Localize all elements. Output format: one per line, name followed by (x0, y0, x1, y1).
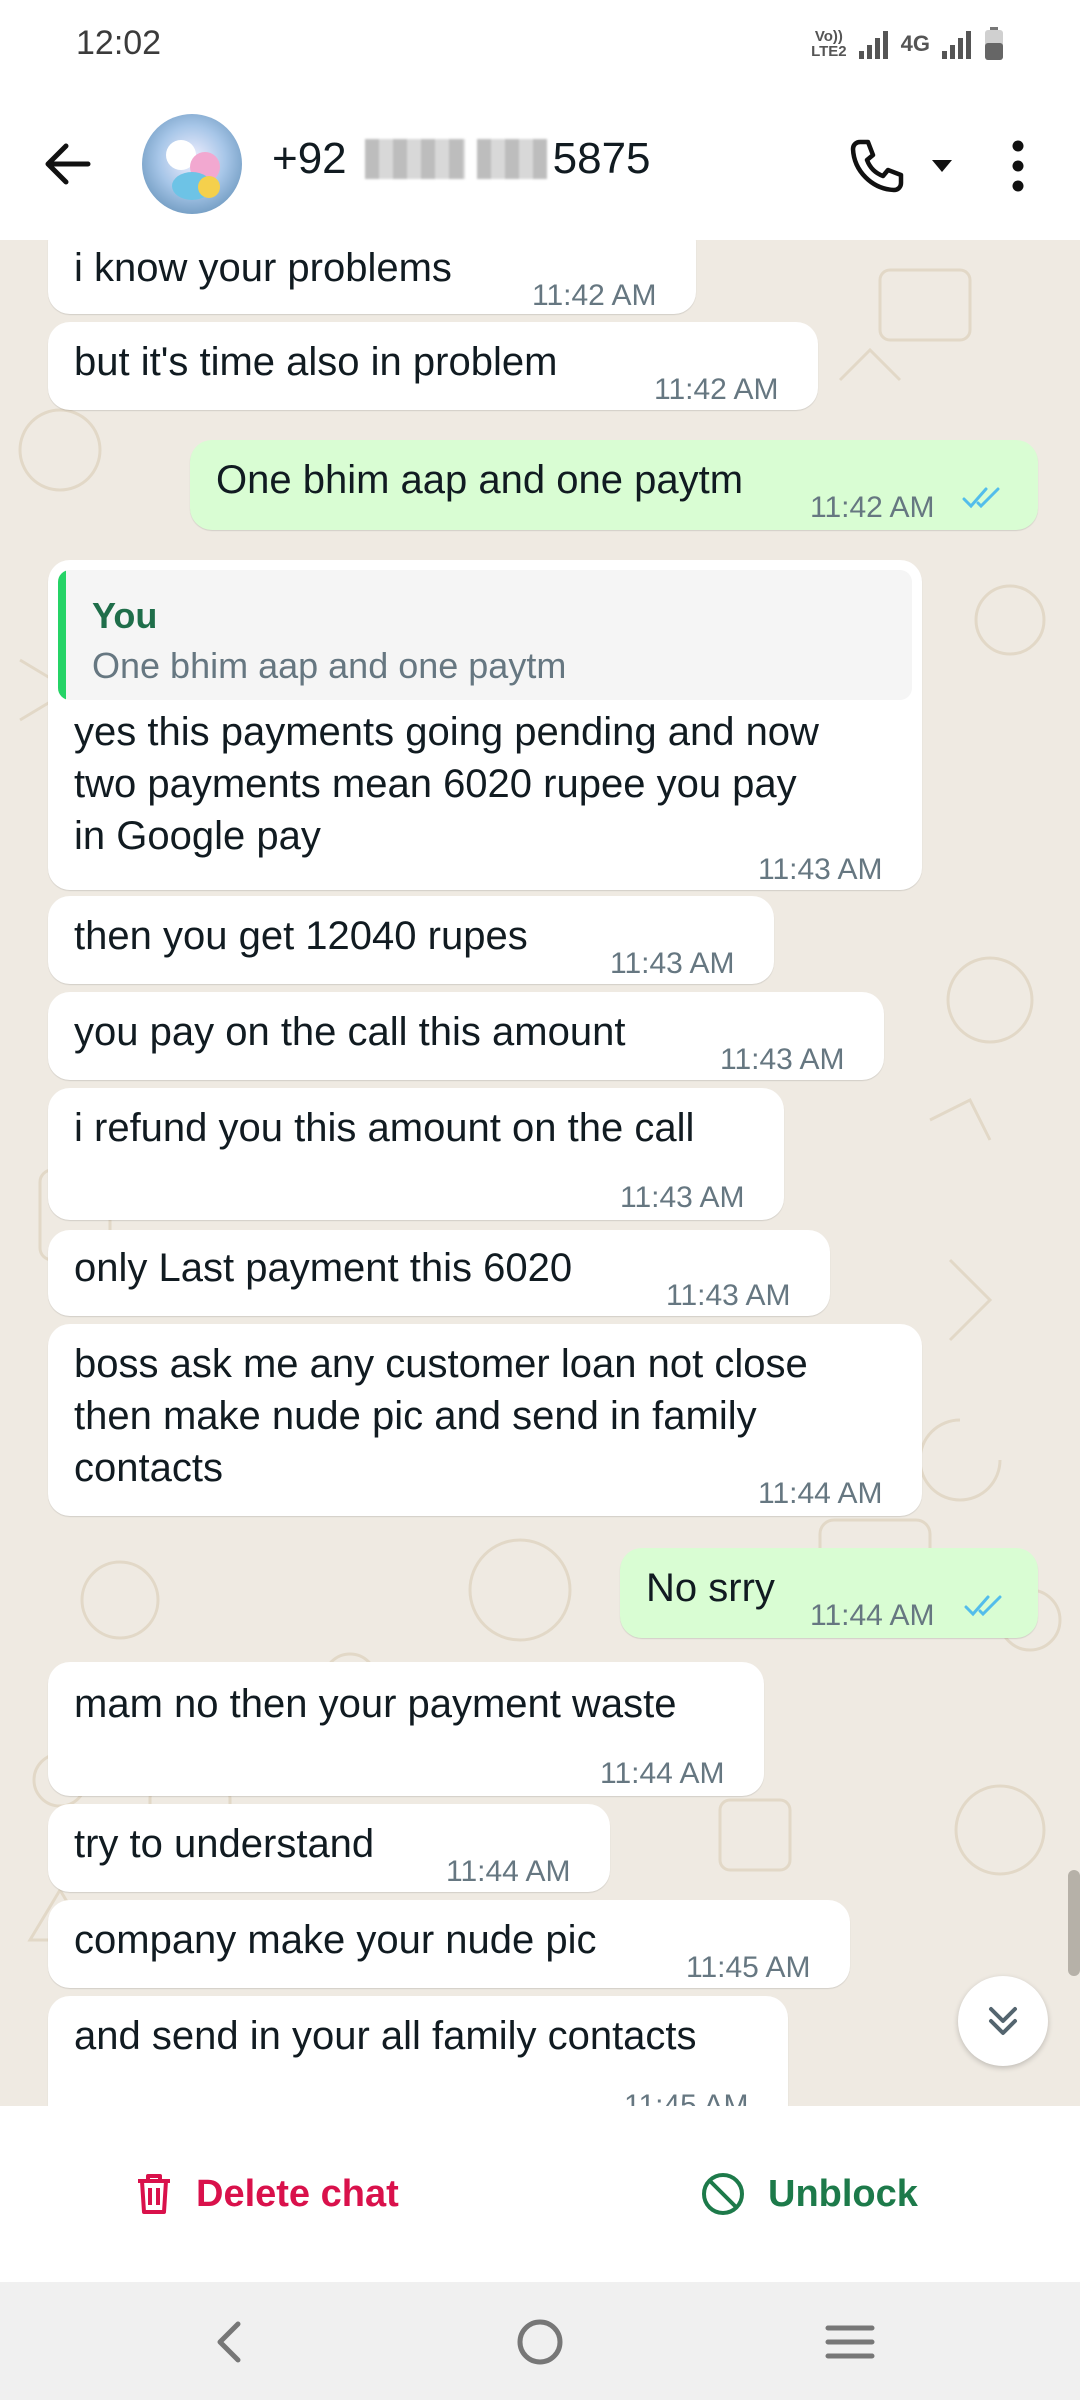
message-text: try to understand (74, 1822, 375, 1866)
quoted-message[interactable]: You One bhim aap and one paytm (58, 570, 912, 700)
phone-icon[interactable] (846, 136, 906, 196)
block-icon (702, 2173, 744, 2215)
message-text: but it's time also in problem (74, 340, 558, 384)
message-time: 11:43 AM (720, 1043, 845, 1076)
message-time: 11:42 AM (654, 373, 779, 406)
message-bubble-incoming[interactable]: i refund you this amount on the call 11:… (48, 1088, 784, 1220)
read-ticks-icon (964, 1595, 1002, 1617)
dropdown-arrow-icon[interactable] (928, 154, 956, 178)
message-time: 11:44 AM (810, 1599, 935, 1632)
quote-accent-bar (58, 570, 66, 700)
nav-home-icon[interactable] (510, 2312, 570, 2372)
message-text: then you get 12040 rupes (74, 914, 528, 958)
system-nav-bar (0, 2282, 1080, 2400)
network-type: 4G (900, 31, 930, 56)
scroll-to-bottom-button[interactable] (958, 1976, 1048, 2066)
message-time: 11:43 AM (666, 1279, 791, 1312)
unblock-button[interactable]: Unblock (700, 2166, 918, 2222)
message-text: company make your nude pic (74, 1918, 597, 1962)
message-bubble-incoming[interactable]: you pay on the call this amount 11:43 AM (48, 992, 884, 1080)
scrollbar-thumb[interactable] (1068, 1870, 1080, 1976)
message-time: 11:44 AM (446, 1855, 571, 1888)
message-bubble-incoming[interactable]: then you get 12040 rupes 11:43 AM (48, 896, 774, 984)
status-bar: 12:02 Vo)) LTE2 4G (0, 0, 1080, 88)
redacted-digits (364, 139, 465, 179)
more-vert-icon[interactable] (1000, 134, 1036, 198)
quote-author: You (92, 595, 158, 636)
message-bubble-incoming[interactable]: company make your nude pic 11:45 AM (48, 1900, 850, 1988)
message-bubble-incoming[interactable]: mam no then your payment waste 11:44 AM (48, 1662, 764, 1796)
message-bubble-outgoing[interactable]: No srry 11:44 AM (620, 1548, 1038, 1638)
status-time: 12:02 (76, 24, 162, 62)
message-time: 11:45 AM (686, 1951, 811, 1984)
blocked-actions-bar: Delete chat Unblock (0, 2106, 1080, 2282)
message-time: 11:42 AM (532, 279, 657, 312)
message-text: No srry (646, 1566, 775, 1610)
message-text: i know your problems (74, 246, 452, 290)
message-time: 11:42 AM (810, 491, 935, 524)
back-arrow-icon[interactable] (36, 132, 100, 196)
quote-text: One bhim aap and one paytm (92, 645, 567, 686)
message-time: 11:45 AM (624, 2089, 749, 2106)
read-ticks-icon (962, 487, 1000, 509)
battery-icon (985, 27, 1003, 60)
message-text: i refund you this amount on the call (74, 1106, 695, 1150)
message-bubble-incoming[interactable]: but it's time also in problem 11:42 AM (48, 322, 818, 410)
message-bubble-incoming[interactable]: and send in your all family contacts 11:… (48, 1996, 788, 2106)
message-time: 11:43 AM (610, 947, 735, 980)
avatar[interactable] (142, 114, 242, 214)
message-text: yes this payments going pending and now … (74, 710, 819, 858)
message-bubble-outgoing[interactable]: One bhim aap and one paytm 11:42 AM (190, 440, 1038, 530)
chat-area[interactable]: i know your problems 11:42 AM but it's t… (0, 240, 1080, 2106)
message-bubble-incoming[interactable]: You One bhim aap and one paytm yes this … (48, 560, 922, 890)
volte-indicator: Vo)) LTE2 (811, 28, 847, 60)
message-text: mam no then your payment waste (74, 1682, 677, 1726)
contact-number[interactable]: +92 5875 (272, 134, 651, 184)
status-icons: Vo)) LTE2 4G (811, 22, 1004, 66)
message-bubble-incoming[interactable]: boss ask me any customer loan not close … (48, 1324, 922, 1516)
message-text: you pay on the call this amount (74, 1010, 626, 1054)
message-bubble-incoming[interactable]: only Last payment this 6020 11:43 AM (48, 1230, 830, 1316)
message-text: One bhim aap and one paytm (216, 458, 744, 502)
message-text: boss ask me any customer loan not close … (74, 1342, 808, 1490)
message-time: 11:43 AM (758, 853, 883, 886)
signal-icon-2 (942, 31, 971, 59)
message-time: 11:43 AM (620, 1181, 745, 1214)
chat-header: +92 5875 (0, 88, 1080, 240)
message-time: 11:44 AM (758, 1477, 883, 1510)
double-chevron-down-icon (989, 2007, 1017, 2035)
nav-recents-icon[interactable] (820, 2312, 880, 2372)
message-time: 11:44 AM (600, 1757, 725, 1790)
trash-icon (138, 2174, 170, 2214)
message-text: only Last payment this 6020 (74, 1246, 573, 1290)
signal-icon (858, 31, 888, 59)
nav-back-icon[interactable] (200, 2312, 260, 2372)
message-text: and send in your all family contacts (74, 2014, 697, 2058)
message-bubble-incoming[interactable]: try to understand 11:44 AM (48, 1804, 610, 1892)
message-bubble-incoming[interactable]: i know your problems 11:42 AM (48, 240, 696, 314)
redacted-digits (476, 139, 547, 179)
delete-chat-button[interactable]: Delete chat (134, 2166, 399, 2222)
